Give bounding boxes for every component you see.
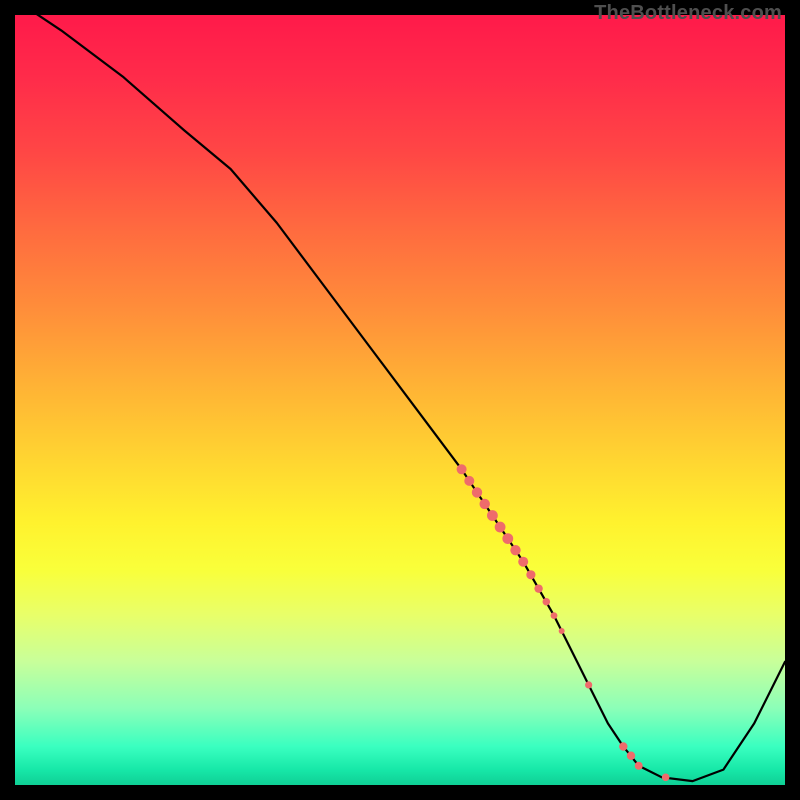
chart-svg xyxy=(15,15,785,785)
marker-dot xyxy=(495,522,506,533)
marker-dot xyxy=(551,612,558,619)
marker-dot xyxy=(662,774,670,782)
marker-dot xyxy=(518,557,528,567)
marker-dot xyxy=(502,533,513,544)
marker-dot xyxy=(559,628,565,634)
marker-dot xyxy=(585,681,592,688)
marker-dot xyxy=(635,762,643,770)
marker-dot xyxy=(543,598,551,606)
watermark-label: TheBottleneck.com xyxy=(594,2,782,25)
marker-dot xyxy=(526,570,535,579)
bottleneck-curve xyxy=(15,0,785,781)
marker-dot xyxy=(510,545,520,555)
marker-dot xyxy=(457,464,467,474)
marker-dot xyxy=(472,487,482,497)
marker-dot xyxy=(619,742,627,750)
data-markers xyxy=(457,464,670,781)
marker-dot xyxy=(487,510,498,521)
chart-frame: TheBottleneck.com xyxy=(0,0,800,800)
marker-dot xyxy=(464,476,474,486)
marker-dot xyxy=(534,584,542,592)
marker-dot xyxy=(627,752,635,760)
marker-dot xyxy=(480,499,490,509)
